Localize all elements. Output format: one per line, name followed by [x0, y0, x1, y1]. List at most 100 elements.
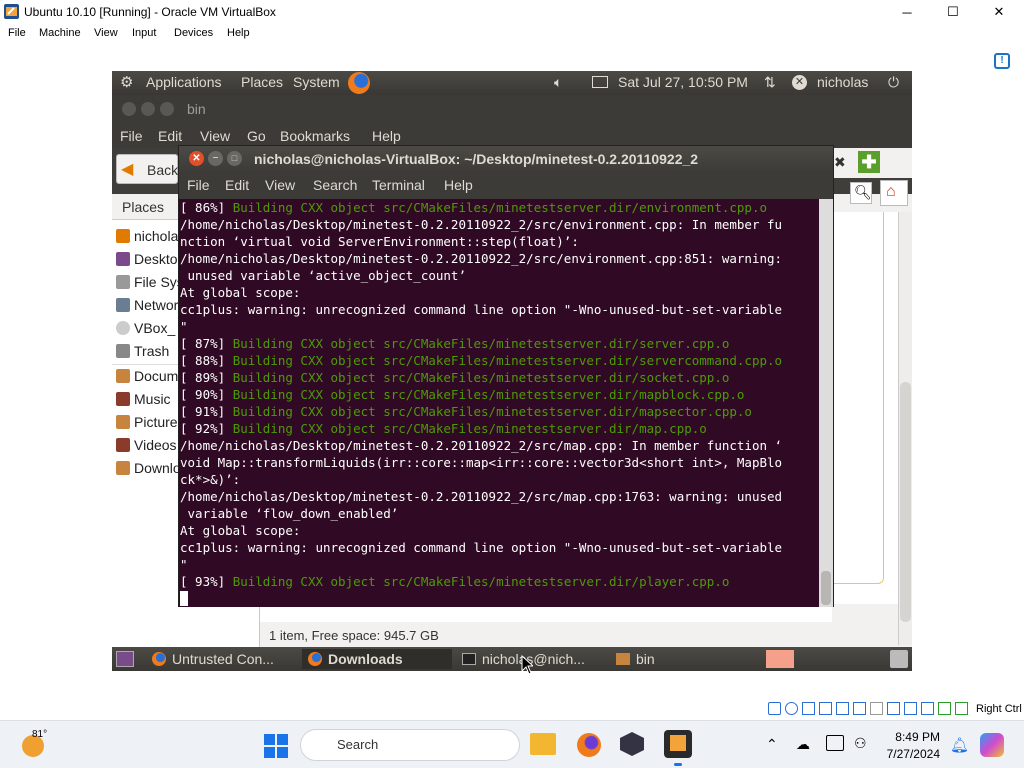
guest-task-button[interactable]: Untrusted Con...	[146, 649, 296, 669]
trash-applet-icon[interactable]	[890, 650, 908, 668]
panel-username[interactable]: nicholas	[817, 74, 868, 90]
user-status-icon[interactable]: ✕	[792, 75, 807, 90]
sidebar-item-documents[interactable]: Documents	[116, 368, 186, 384]
copilot-icon[interactable]	[980, 733, 1004, 757]
sidebar-item-downloads[interactable]: Downloads	[116, 460, 186, 476]
sidebar-item-trash[interactable]: Trash	[116, 343, 186, 359]
show-desktop-icon[interactable]	[116, 651, 134, 667]
vbox-menu-machine[interactable]: Machine	[39, 27, 81, 39]
maximize-button[interactable]: ☐	[930, 0, 976, 24]
close-tab-icon[interactable]: ✖	[834, 154, 846, 171]
sidebar-item-pictures[interactable]: Pictures	[116, 414, 186, 430]
show-hidden-icons-icon[interactable]: ⌃	[766, 736, 778, 753]
guest-screen[interactable]: ⚙ Applications Places System 🔈︎ Sat Jul …	[112, 71, 912, 671]
power-icon[interactable]: ⏻	[888, 74, 899, 91]
nautilus-menu-go[interactable]: Go	[247, 128, 266, 144]
nautilus-minimize-button[interactable]	[141, 102, 155, 116]
terminal-menu-file[interactable]: File	[187, 177, 210, 193]
network-adapter-icon[interactable]	[819, 702, 832, 715]
terminal-cursor	[180, 591, 188, 606]
vbox-menu-help[interactable]: Help	[227, 27, 250, 39]
terminal-window[interactable]: ✕ – □ nicholas@nicholas-VirtualBox: ~/De…	[178, 145, 834, 607]
terminal-prompt-line[interactable]	[180, 590, 819, 607]
terminal-scrollbar[interactable]	[819, 199, 833, 607]
terminal-menu-view[interactable]: View	[265, 177, 295, 193]
mail-icon[interactable]	[592, 76, 608, 88]
minimize-button[interactable]: ─	[884, 0, 930, 24]
keyboard-capture-icon[interactable]	[955, 702, 968, 715]
terminal-titlebar[interactable]: ✕ – □ nicholas@nicholas-VirtualBox: ~/De…	[179, 146, 833, 172]
cloud-offline-icon[interactable]: ☁	[796, 736, 810, 753]
nautilus-menu-view[interactable]: View	[200, 128, 230, 144]
file-explorer-icon[interactable]	[530, 733, 556, 755]
sidebar-item-home[interactable]: nicholas	[116, 228, 186, 244]
volume-icon[interactable]: 🔈︎	[554, 74, 562, 91]
guest-task-button[interactable]: Downloads	[302, 649, 452, 669]
host-key-label[interactable]: Right Ctrl	[976, 703, 1022, 715]
terminal-menu-search[interactable]: Search	[313, 177, 357, 193]
nautilus-scrollbar[interactable]	[898, 212, 912, 645]
vbox-menu-view[interactable]: View	[94, 27, 118, 39]
vbox-menu-file[interactable]: File	[8, 27, 26, 39]
guest-additions-icon[interactable]	[938, 702, 951, 715]
sidebar-item-filesystem[interactable]: File System	[116, 274, 186, 290]
sidebar-item-music[interactable]: Music	[116, 391, 186, 407]
scrollbar-thumb[interactable]	[900, 382, 911, 622]
terminal-close-button[interactable]: ✕	[189, 151, 204, 166]
workspace-switcher[interactable]	[766, 650, 794, 668]
firefox-taskbar-icon[interactable]	[577, 733, 601, 757]
terminal-minimize-button[interactable]: –	[208, 151, 223, 166]
terminal-menu-help[interactable]: Help	[444, 177, 473, 193]
nautilus-menu-bookmarks[interactable]: Bookmarks	[280, 128, 350, 144]
recording-icon[interactable]	[887, 702, 900, 715]
vm-running-taskbar-icon[interactable]	[664, 730, 692, 758]
nautilus-maximize-button[interactable]	[160, 102, 174, 116]
system-clock-time[interactable]: 8:49 PM	[884, 730, 940, 744]
notification-bell-icon[interactable]: 🔔︎	[950, 736, 969, 754]
network-tray-icon[interactable]: ⚇	[854, 735, 867, 752]
nautilus-close-button[interactable]	[122, 102, 136, 116]
network-icon[interactable]: ⇅	[764, 74, 776, 91]
notification-icon[interactable]: !	[994, 53, 1010, 69]
sidebar-item-network[interactable]: Network	[116, 297, 186, 313]
mouse-integration-icon[interactable]	[921, 702, 934, 715]
vbox-menu-input[interactable]: Input	[132, 27, 156, 39]
cpu-icon[interactable]	[904, 702, 917, 715]
panel-clock[interactable]: Sat Jul 27, 10:50 PM	[618, 74, 748, 90]
hdd-icon[interactable]	[768, 702, 781, 715]
taskbar-search-input[interactable]: Search	[300, 729, 520, 761]
menu-system[interactable]: System	[293, 74, 340, 90]
vbox-menu-devices[interactable]: Devices	[174, 27, 213, 39]
nautilus-menu-help[interactable]: Help	[372, 128, 401, 144]
terminal-scrollbar-thumb[interactable]	[821, 571, 831, 605]
terminal-output[interactable]: [ 86%] Building CXX object src/CMakeFile…	[179, 199, 819, 607]
nautilus-menu-file[interactable]: File	[120, 128, 143, 144]
nautilus-menu-edit[interactable]: Edit	[158, 128, 182, 144]
search-button[interactable]: 🔍︎	[850, 182, 872, 204]
home-button[interactable]: ⌂	[880, 180, 908, 206]
windows-start-icon[interactable]	[264, 734, 288, 758]
firefox-launcher-icon[interactable]	[348, 72, 370, 94]
system-clock-date[interactable]: 7/27/2024	[884, 747, 940, 761]
weather-temp[interactable]: 81°	[32, 729, 47, 740]
terminal-maximize-button[interactable]: □	[227, 151, 242, 166]
places-label[interactable]: Places	[122, 199, 164, 215]
terminal-menu-edit[interactable]: Edit	[225, 177, 249, 193]
sidebar-item-videos[interactable]: Videos	[116, 437, 186, 453]
optical-drive-icon[interactable]	[785, 702, 798, 715]
terminal-menu-terminal[interactable]: Terminal	[372, 177, 425, 193]
guest-task-button[interactable]: bin	[610, 649, 760, 669]
audio-icon[interactable]	[802, 702, 815, 715]
shared-folders-icon[interactable]	[853, 702, 866, 715]
display-icon[interactable]	[870, 702, 883, 715]
new-tab-icon[interactable]: ✚	[858, 151, 880, 173]
display-tray-icon[interactable]	[826, 735, 844, 751]
usb-icon[interactable]	[836, 702, 849, 715]
sidebar-item-vbox[interactable]: VBox_	[116, 320, 186, 336]
back-button[interactable]: ◀ Back	[116, 154, 178, 184]
menu-applications[interactable]: Applications	[146, 74, 222, 90]
sidebar-item-desktop[interactable]: Desktop	[116, 251, 186, 267]
virtualbox-taskbar-icon[interactable]	[620, 732, 644, 756]
menu-places[interactable]: Places	[241, 74, 283, 90]
close-button[interactable]: ✕	[976, 0, 1022, 24]
